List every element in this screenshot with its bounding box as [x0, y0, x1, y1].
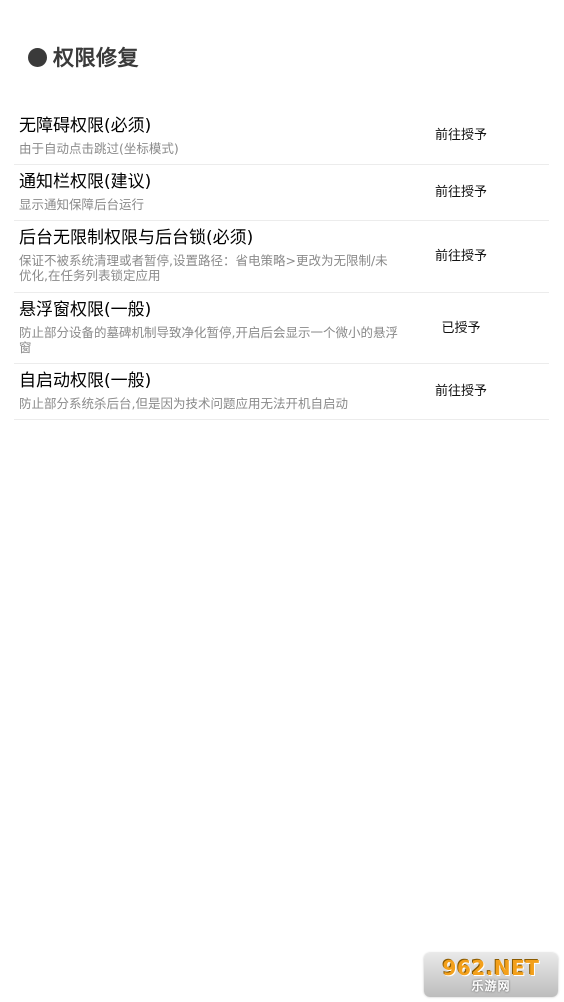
grant-button-autostart[interactable]: 前往授予 [421, 384, 501, 400]
permission-row-notification[interactable]: 通知栏权限(建议) 显示通知保障后台运行 前往授予 [14, 165, 549, 221]
watermark-top-text: 962.NET [442, 956, 540, 980]
grant-button-background[interactable]: 前往授予 [421, 249, 501, 265]
permission-title: 悬浮窗权限(一般) [19, 300, 152, 320]
page-title: 权限修复 [53, 46, 139, 70]
permission-desc: 防止部分系统杀后台,但是因为技术问题应用无法开机自启动 [19, 396, 348, 411]
watermark-bottom-text: 乐游网 [471, 979, 511, 993]
permission-row-overlay[interactable]: 悬浮窗权限(一般) 防止部分设备的墓碑机制导致净化暂停,开启后会显示一个微小的悬… [14, 293, 549, 364]
permission-desc: 保证不被系统清理或者暂停,设置路径：省电策略>更改为无限制/未优化,在任务列表锁… [19, 253, 388, 283]
permission-desc: 防止部分设备的墓碑机制导致净化暂停,开启后会显示一个微小的悬浮窗 [19, 325, 398, 355]
grant-button-notification[interactable]: 前往授予 [421, 185, 501, 201]
site-watermark-logo: 962.NET 乐游网 [424, 953, 558, 997]
permission-desc: 由于自动点击跳过(坐标模式) [19, 141, 179, 156]
permission-desc: 显示通知保障后台运行 [19, 197, 145, 212]
permission-row-background[interactable]: 后台无限制权限与后台锁(必须) 保证不被系统清理或者暂停,设置路径：省电策略>更… [14, 221, 549, 293]
permission-title: 后台无限制权限与后台锁(必须) [19, 228, 254, 248]
grant-button-accessibility[interactable]: 前往授予 [421, 128, 501, 144]
permission-title: 通知栏权限(建议) [19, 172, 152, 192]
permission-title: 自启动权限(一般) [19, 371, 152, 391]
granted-status-overlay[interactable]: 已授予 [421, 321, 501, 337]
permission-row-autostart[interactable]: 自启动权限(一般) 防止部分系统杀后台,但是因为技术问题应用无法开机自启动 前往… [14, 364, 549, 420]
permission-row-accessibility[interactable]: 无障碍权限(必须) 由于自动点击跳过(坐标模式) 前往授予 [14, 108, 549, 165]
page-header: 权限修复 [28, 42, 139, 72]
permission-list: 无障碍权限(必须) 由于自动点击跳过(坐标模式) 前往授予 通知栏权限(建议) … [14, 108, 549, 420]
bullet-dot-icon [28, 47, 47, 67]
permission-title: 无障碍权限(必须) [19, 116, 152, 136]
